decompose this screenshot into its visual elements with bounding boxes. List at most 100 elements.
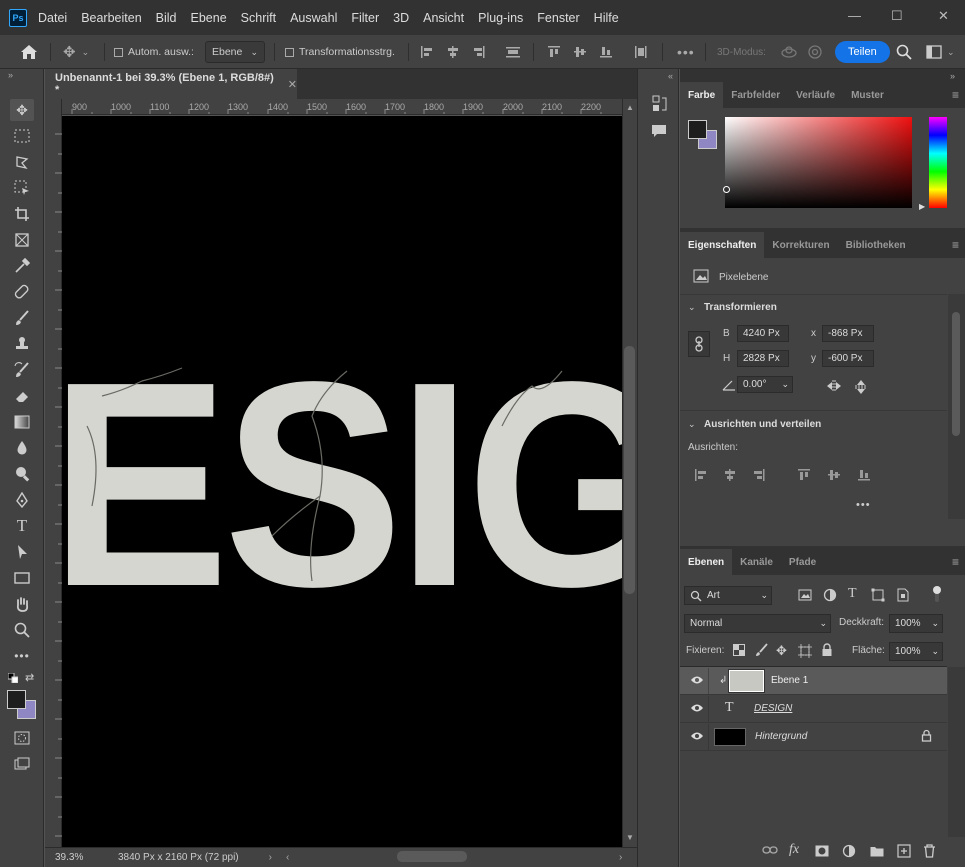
- scroll-up-icon[interactable]: ▲: [626, 103, 634, 112]
- align-bottom-icon[interactable]: [599, 35, 613, 69]
- zoom-tool-icon[interactable]: [10, 619, 34, 641]
- filter-shape-icon[interactable]: [871, 588, 885, 605]
- align-top-icon[interactable]: [547, 35, 561, 69]
- align-section-title[interactable]: Ausrichten und verteilen: [704, 419, 821, 430]
- healing-brush-tool-icon[interactable]: [10, 281, 34, 303]
- tab-ebenen[interactable]: Ebenen: [680, 549, 733, 575]
- workspace-icon[interactable]: ⌄: [926, 35, 955, 69]
- align-right-icon[interactable]: [472, 35, 486, 69]
- maximize-button[interactable]: ☐: [891, 8, 903, 24]
- lock-icon[interactable]: [921, 729, 932, 745]
- collapse-icon[interactable]: »: [950, 71, 955, 81]
- history-panel-icon[interactable]: [651, 95, 667, 116]
- new-group-icon[interactable]: [870, 845, 884, 860]
- menu-fenster[interactable]: Fenster: [537, 11, 579, 25]
- document-tab[interactable]: Unbenannt-1 bei 39.3% (Ebene 1, RGB/8#) …: [45, 69, 297, 99]
- menu-bild[interactable]: Bild: [156, 11, 177, 25]
- filter-toggle-icon[interactable]: [932, 585, 942, 606]
- link-layers-icon[interactable]: [762, 845, 778, 858]
- lock-position-icon[interactable]: ✥: [776, 643, 787, 659]
- 3d-roll-icon[interactable]: [807, 35, 823, 69]
- quick-mask-icon[interactable]: [10, 727, 34, 749]
- minimize-button[interactable]: —: [848, 8, 861, 23]
- align-center-h-icon[interactable]: [446, 35, 460, 69]
- brush-tool-icon[interactable]: [10, 307, 34, 329]
- more-options-icon[interactable]: •••: [856, 499, 871, 511]
- distribute-icon[interactable]: [505, 35, 521, 69]
- swap-colors-icon[interactable]: ⇄: [25, 671, 34, 684]
- align-bottom-icon[interactable]: [857, 468, 871, 485]
- frame-tool-icon[interactable]: [10, 229, 34, 251]
- tab-verlaeufe[interactable]: Verläufe: [788, 82, 843, 108]
- panel-menu-icon[interactable]: ≡: [952, 555, 959, 569]
- menu-auswahl[interactable]: Auswahl: [290, 11, 337, 25]
- panel-menu-icon[interactable]: ≡: [952, 88, 959, 102]
- move-tool-icon[interactable]: ✥: [10, 99, 34, 121]
- vertical-ruler[interactable]: [45, 99, 62, 847]
- adjustment-layer-icon[interactable]: [842, 844, 856, 861]
- layer-name[interactable]: DESIGN: [754, 703, 792, 714]
- horizontal-ruler[interactable]: 900 1000 1100 1200 1300 1400 1500 1600 1…: [62, 99, 622, 115]
- foreground-color-swatch[interactable]: [7, 690, 26, 709]
- menu-datei[interactable]: Datei: [38, 11, 67, 25]
- layer-row-hintergrund[interactable]: Hintergrund: [680, 723, 947, 751]
- menu-schrift[interactable]: Schrift: [241, 11, 276, 25]
- layer-style-fx-icon[interactable]: fx: [789, 842, 799, 858]
- auto-select-checkbox[interactable]: Autom. ausw.:: [114, 35, 194, 69]
- filter-pixel-icon[interactable]: [798, 589, 812, 604]
- color-picker-cursor[interactable]: [723, 186, 730, 193]
- chevron-down-icon[interactable]: ⌄: [688, 302, 696, 313]
- tab-kanaele[interactable]: Kanäle: [732, 549, 781, 575]
- blend-mode-dropdown[interactable]: Normal ⌄: [684, 614, 831, 633]
- visibility-eye-icon[interactable]: [690, 674, 704, 688]
- lasso-tool-icon[interactable]: [10, 151, 34, 173]
- horizontal-scrollbar-thumb[interactable]: [397, 851, 467, 862]
- width-field[interactable]: 4240 Px: [737, 325, 789, 342]
- align-middle-v-icon[interactable]: [573, 35, 587, 69]
- filter-adjustment-icon[interactable]: [823, 588, 837, 605]
- tab-pfade[interactable]: Pfade: [781, 549, 824, 575]
- scroll-right-icon[interactable]: ›: [619, 852, 622, 863]
- layer-row-ebene-1[interactable]: ↲ Ebene 1: [680, 667, 947, 695]
- more-options-icon[interactable]: •••: [677, 35, 695, 69]
- crop-tool-icon[interactable]: [10, 203, 34, 225]
- pen-tool-icon[interactable]: [10, 489, 34, 511]
- align-left-icon[interactable]: [420, 35, 434, 69]
- default-colors-icon[interactable]: [7, 672, 19, 686]
- type-tool-icon[interactable]: T: [10, 515, 34, 537]
- lock-transparent-icon[interactable]: [733, 644, 745, 659]
- lock-all-icon[interactable]: [821, 643, 833, 660]
- delete-layer-icon[interactable]: [923, 844, 936, 861]
- align-left-icon[interactable]: [694, 468, 708, 485]
- panel-menu-icon[interactable]: ≡: [952, 238, 959, 252]
- dodge-tool-icon[interactable]: [10, 463, 34, 485]
- marquee-tool-icon[interactable]: [10, 125, 34, 147]
- x-field[interactable]: -868 Px: [822, 325, 874, 342]
- flip-horizontal-icon[interactable]: [826, 379, 842, 396]
- eyedropper-tool-icon[interactable]: [10, 255, 34, 277]
- layer-row-design[interactable]: T DESIGN: [680, 695, 947, 723]
- menu-ebene[interactable]: Ebene: [191, 11, 227, 25]
- close-tab-icon[interactable]: ✕: [288, 78, 297, 91]
- history-brush-tool-icon[interactable]: [10, 359, 34, 381]
- menu-plugins[interactable]: Plug-ins: [478, 11, 523, 25]
- height-field[interactable]: 2828 Px: [737, 350, 789, 367]
- layer-name[interactable]: Hintergrund: [755, 731, 807, 742]
- align-middle-v-icon[interactable]: [827, 468, 841, 485]
- properties-scrollbar[interactable]: [948, 294, 965, 519]
- hand-tool-icon[interactable]: [10, 593, 34, 615]
- link-proportions-icon[interactable]: [688, 331, 710, 357]
- move-tool-icon[interactable]: ✥ ⌄: [63, 35, 89, 69]
- scroll-down-icon[interactable]: ▼: [626, 833, 634, 842]
- filter-smart-object-icon[interactable]: [896, 588, 910, 605]
- menu-ansicht[interactable]: Ansicht: [423, 11, 464, 25]
- home-icon[interactable]: [20, 35, 38, 69]
- tab-farbe[interactable]: Farbe: [680, 82, 724, 108]
- align-right-icon[interactable]: [752, 468, 766, 485]
- visibility-eye-icon[interactable]: [690, 730, 704, 744]
- distribute-v-icon[interactable]: [634, 35, 648, 69]
- 3d-orbit-icon[interactable]: [780, 35, 798, 69]
- new-layer-icon[interactable]: [897, 844, 911, 861]
- search-icon[interactable]: [896, 35, 912, 69]
- vertical-scrollbar-thumb[interactable]: [624, 346, 635, 594]
